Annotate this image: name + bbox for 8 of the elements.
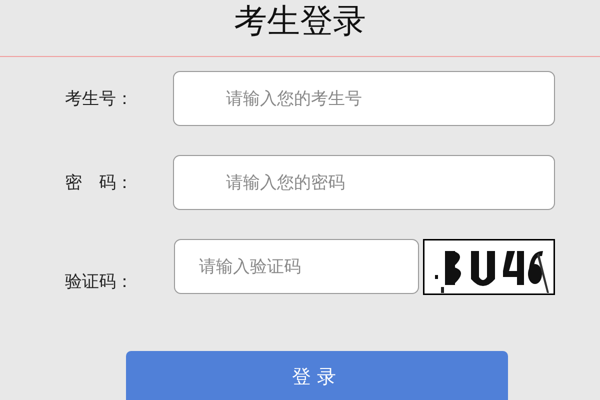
field-label: 密 码： [64,172,134,194]
input-field[interactable]: 请输入您的考生号 [173,71,555,126]
field-label: 验证码： [64,271,134,293]
field-label: 考生号： [64,88,134,110]
input-field[interactable]: 请输入验证码 [174,239,419,294]
input-field[interactable]: 请输入您的密码 [173,155,555,210]
page-title: 考生登录 [234,1,366,41]
login-button[interactable]: 登录 [126,351,508,400]
